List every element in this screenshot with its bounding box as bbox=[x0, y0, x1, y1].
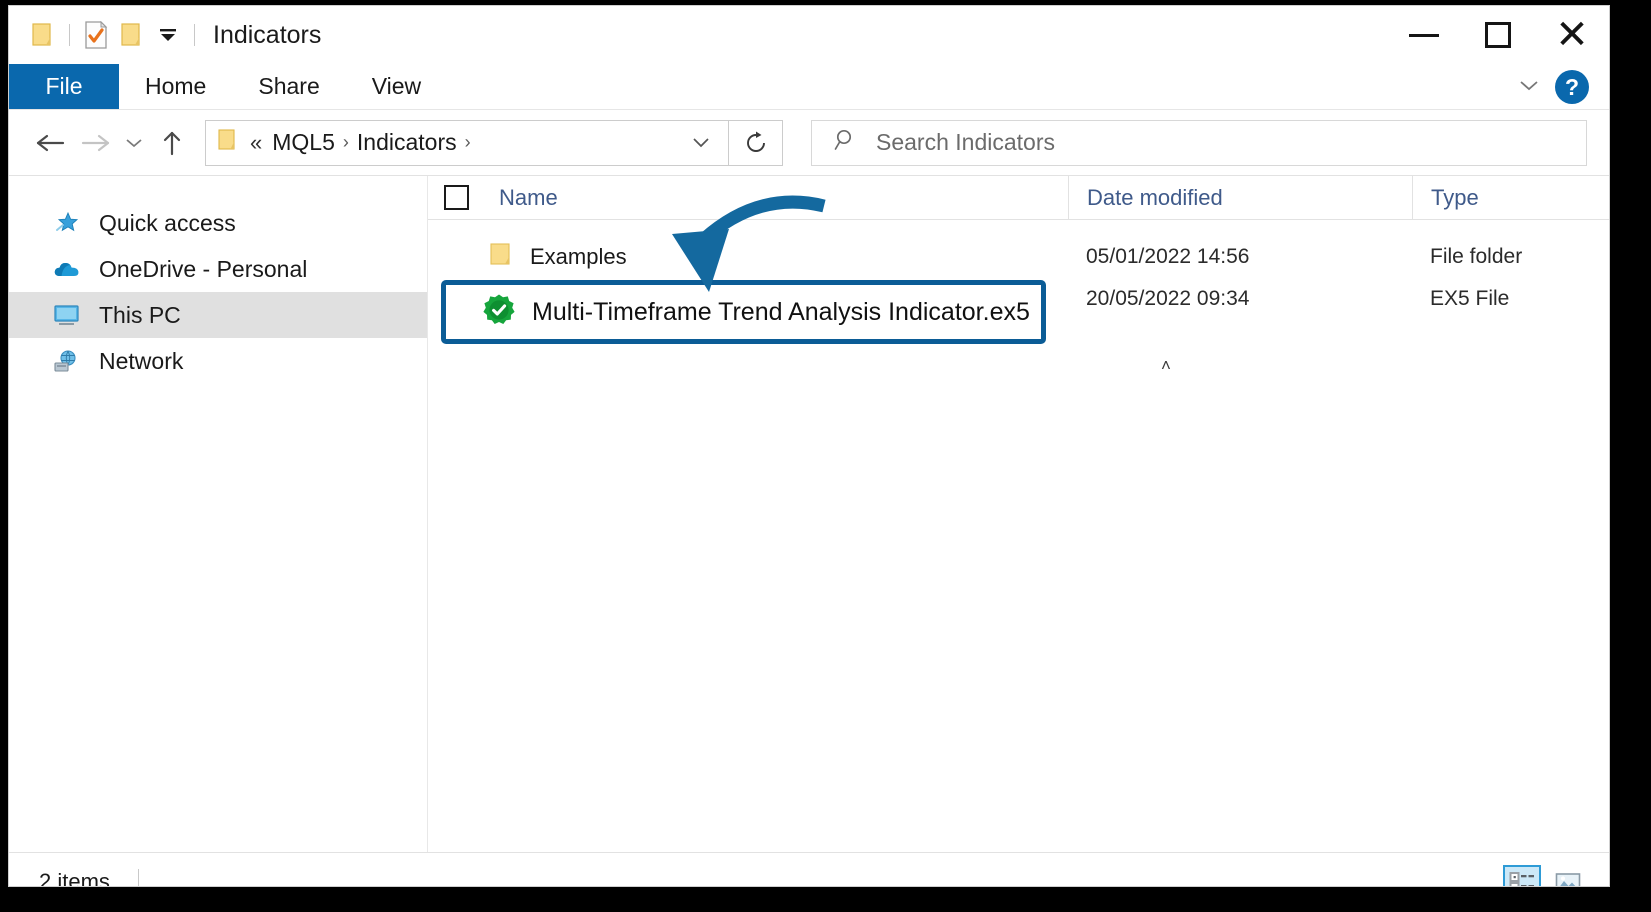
maximize-button[interactable] bbox=[1461, 6, 1535, 64]
recent-locations-chevron-down-icon[interactable] bbox=[119, 120, 149, 166]
quick-access-toolbar: Indicators bbox=[9, 17, 321, 53]
up-button[interactable] bbox=[149, 120, 195, 166]
qat-divider-2 bbox=[194, 24, 195, 46]
file-type-cell: File folder bbox=[1412, 245, 1609, 269]
column-header-name[interactable]: Name bbox=[428, 176, 1068, 220]
screen-root: Indicators ✕ File Home bbox=[0, 0, 1651, 912]
window-title: Indicators bbox=[213, 21, 321, 50]
select-all-checkbox[interactable] bbox=[444, 185, 469, 210]
title-bar: Indicators ✕ bbox=[9, 6, 1609, 64]
sidebar-item-label: Quick access bbox=[99, 210, 236, 237]
breadcrumb: « MQL5 › Indicators › bbox=[244, 129, 682, 156]
large-icons-view-icon[interactable] bbox=[1549, 865, 1587, 887]
annotation-highlight-box: Multi-Timeframe Trend Analysis Indicator… bbox=[441, 280, 1046, 344]
customize-dropdown-icon[interactable] bbox=[150, 17, 186, 53]
annotation-highlight-label: Multi-Timeframe Trend Analysis Indicator… bbox=[532, 298, 1030, 327]
qat-divider-1 bbox=[69, 24, 70, 46]
tab-view[interactable]: View bbox=[346, 64, 447, 109]
tab-share[interactable]: Share bbox=[232, 64, 345, 109]
breadcrumb-separator-1[interactable]: › bbox=[341, 132, 351, 153]
refresh-button[interactable] bbox=[729, 120, 783, 166]
network-icon bbox=[53, 347, 81, 375]
file-name-label: Examples bbox=[530, 244, 627, 270]
status-bar: 2 items bbox=[9, 852, 1609, 887]
close-button[interactable]: ✕ bbox=[1535, 6, 1609, 64]
breadcrumb-separator-2[interactable]: › bbox=[463, 132, 473, 153]
column-headers: Name Date modified Type bbox=[428, 176, 1609, 220]
minimize-button[interactable] bbox=[1387, 6, 1461, 64]
sidebar-item-network[interactable]: Network bbox=[9, 338, 427, 384]
table-row[interactable]: Examples 05/01/2022 14:56 File folder bbox=[428, 236, 1609, 278]
navigation-pane: Quick access OneDrive - Personal bbox=[9, 176, 428, 852]
column-header-type[interactable]: Type bbox=[1412, 176, 1609, 220]
pin-star-icon bbox=[53, 209, 81, 237]
collapse-ribbon-chevron-down-icon[interactable] bbox=[1519, 78, 1539, 96]
tab-share-label: Share bbox=[258, 73, 319, 100]
sidebar-item-this-pc[interactable]: This PC bbox=[9, 292, 427, 338]
tab-file-label: File bbox=[45, 73, 82, 100]
column-header-date-modified[interactable]: Date modified bbox=[1068, 176, 1412, 220]
monitor-icon bbox=[53, 301, 81, 329]
ribbon-right-controls: ? bbox=[1519, 64, 1609, 110]
file-date-cell: 20/05/2022 09:34 bbox=[1068, 287, 1412, 311]
sidebar-item-label: Network bbox=[99, 348, 183, 375]
file-date-cell: 05/01/2022 14:56 bbox=[1068, 245, 1412, 269]
tab-view-label: View bbox=[372, 73, 421, 100]
explorer-window: Indicators ✕ File Home bbox=[8, 5, 1610, 887]
file-name-cell: Examples bbox=[428, 242, 1068, 272]
help-icon[interactable]: ? bbox=[1555, 70, 1589, 104]
help-label: ? bbox=[1565, 74, 1579, 101]
tab-file[interactable]: File bbox=[9, 64, 119, 109]
back-button[interactable] bbox=[27, 120, 73, 166]
file-type-cell: EX5 File bbox=[1412, 287, 1609, 311]
breadcrumb-overflow[interactable]: « bbox=[244, 130, 266, 156]
view-mode-buttons bbox=[1503, 853, 1587, 887]
column-header-date-label: Date modified bbox=[1087, 185, 1223, 211]
content-area: Quick access OneDrive - Personal bbox=[9, 176, 1609, 852]
status-divider bbox=[138, 869, 139, 888]
close-icon: ✕ bbox=[1555, 15, 1589, 55]
folder-icon[interactable] bbox=[25, 17, 61, 53]
search-placeholder: Search Indicators bbox=[876, 129, 1055, 156]
column-header-name-label: Name bbox=[469, 185, 558, 211]
sidebar-item-label: This PC bbox=[99, 302, 181, 329]
item-count-label: 2 items bbox=[9, 869, 110, 888]
tab-home-label: Home bbox=[145, 73, 206, 100]
search-input[interactable]: Search Indicators bbox=[811, 120, 1587, 166]
new-folder-icon[interactable] bbox=[114, 17, 150, 53]
file-list-pane: Name Date modified Type ˄ bbox=[428, 176, 1609, 852]
window-controls: ✕ bbox=[1387, 6, 1609, 64]
search-icon bbox=[834, 128, 858, 157]
address-folder-icon bbox=[216, 128, 240, 157]
address-dropdown-chevron-down-icon[interactable] bbox=[682, 132, 720, 153]
sort-ascending-caret-icon: ˄ bbox=[1161, 356, 1171, 376]
sidebar-item-label: OneDrive - Personal bbox=[99, 256, 307, 283]
folder-icon bbox=[488, 242, 516, 272]
forward-button[interactable] bbox=[73, 120, 119, 166]
properties-icon[interactable] bbox=[78, 17, 114, 53]
address-bar: « MQL5 › Indicators › bbox=[9, 110, 1609, 176]
breadcrumb-item-indicators[interactable]: Indicators bbox=[351, 129, 463, 156]
details-view-icon[interactable] bbox=[1503, 865, 1541, 887]
sidebar-item-onedrive[interactable]: OneDrive - Personal bbox=[9, 246, 427, 292]
ex5-file-icon bbox=[482, 293, 516, 332]
sidebar-item-quick-access[interactable]: Quick access bbox=[9, 200, 427, 246]
breadcrumb-item-mql5[interactable]: MQL5 bbox=[266, 129, 341, 156]
cloud-icon bbox=[53, 255, 81, 283]
address-input[interactable]: « MQL5 › Indicators › bbox=[205, 120, 729, 166]
column-header-type-label: Type bbox=[1431, 185, 1479, 211]
tab-home[interactable]: Home bbox=[119, 64, 232, 109]
ribbon-tabs: File Home Share View ? bbox=[9, 64, 1609, 110]
